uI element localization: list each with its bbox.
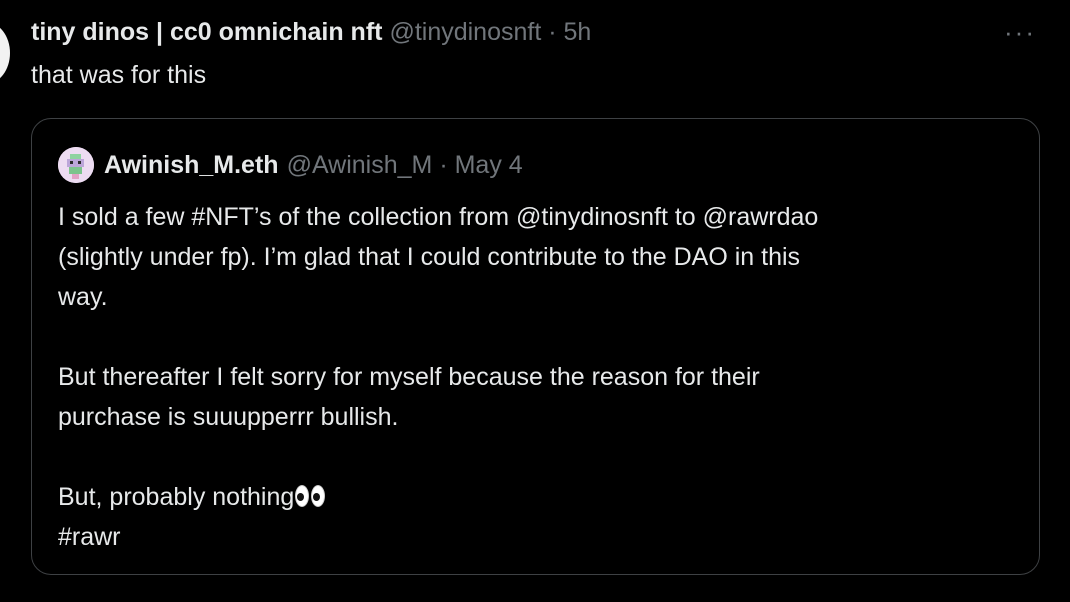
tweet-timestamp[interactable]: 5h — [564, 18, 592, 46]
author-name[interactable]: tiny dinos | cc0 omnichain nft — [31, 18, 382, 46]
eyes-icon — [295, 485, 327, 507]
author-avatar[interactable] — [0, 22, 10, 84]
eye-left — [295, 485, 310, 507]
author-handle[interactable]: @tinydinosnft — [389, 18, 541, 46]
quoted-text-line: But thereafter I felt sorry for myself b… — [58, 363, 760, 391]
quoted-text-line-with-emoji: But, probably nothing — [58, 477, 1008, 517]
quoted-text-segment: But, probably nothing — [58, 483, 295, 511]
pixel-avatar-icon — [58, 147, 94, 183]
quoted-text-line: purchase is suuupperrr bullish. — [58, 403, 399, 431]
quoted-author-avatar[interactable] — [58, 147, 94, 183]
more-dots-icon[interactable]: ··· — [1004, 14, 1036, 50]
tweet-header: tiny dinos | cc0 omnichain nft @tinydino… — [31, 14, 591, 50]
quoted-author-handle[interactable]: @Awinish_M — [287, 145, 433, 185]
eye-right — [311, 485, 326, 507]
quoted-text-line: (slightly under fp). I’m glad that I cou… — [58, 243, 801, 271]
quoted-author-name[interactable]: Awinish_M.eth — [104, 145, 279, 185]
quoted-tweet-card[interactable]: Awinish_M.eth @Awinish_M · May 4 I sold … — [31, 118, 1040, 575]
quoted-tweet-header: Awinish_M.eth @Awinish_M · May 4 — [58, 145, 523, 185]
tweet-text: that was for this — [31, 61, 207, 89]
quoted-text-line: way. — [58, 283, 108, 311]
header-separator: · — [548, 18, 557, 46]
quoted-tweet-text: I sold a few #NFT’s of the collection fr… — [58, 197, 1008, 557]
quoted-text-line: I sold a few #NFT’s of the collection fr… — [58, 203, 819, 231]
quoted-header-separator: · — [439, 151, 448, 179]
hashtag-rawr[interactable]: #rawr — [58, 517, 1008, 557]
quoted-tweet-date[interactable]: May 4 — [455, 145, 523, 185]
